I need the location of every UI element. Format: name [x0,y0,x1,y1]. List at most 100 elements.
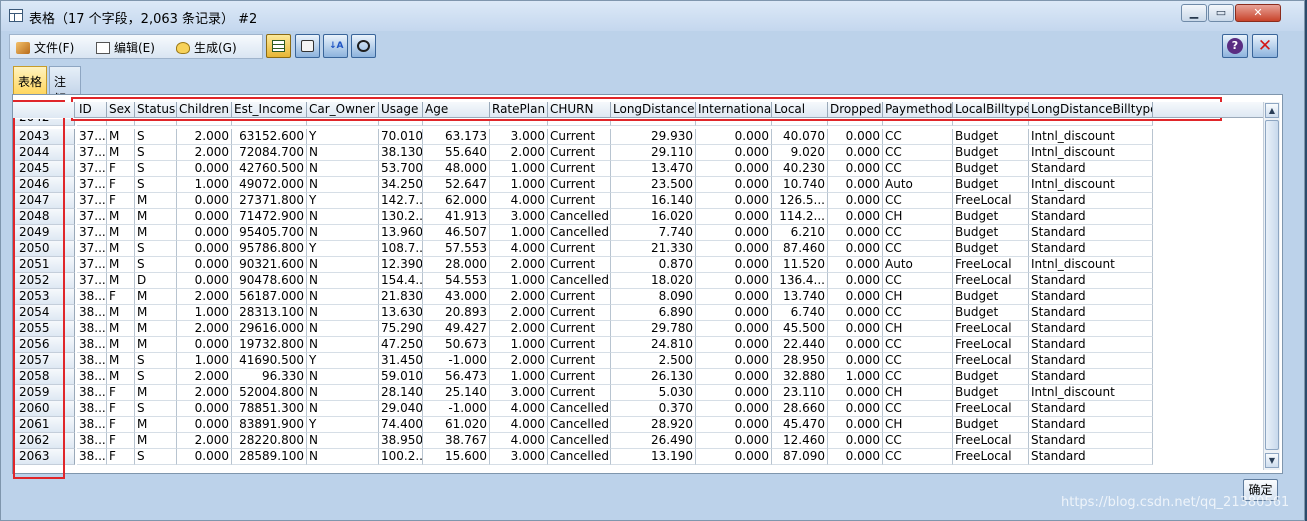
cell-sex[interactable]: M [107,119,135,126]
row-number[interactable]: 2057 [13,353,75,369]
close-panel-button[interactable]: ✕ [1252,34,1278,58]
cell-age[interactable]: 62.000 [423,193,490,209]
cell-international[interactable]: 0.000 [696,273,772,289]
cell-age[interactable]: 25.140 [423,385,490,401]
cell-longdistance[interactable]: 29.110 [611,145,696,161]
cell-dropped[interactable]: 0.000 [828,129,883,145]
cell-usage[interactable]: 154.4... [379,273,423,289]
cell-est_income[interactable]: 71472.900 [232,209,307,225]
column-header-longdistancebilltype[interactable]: LongDistanceBilltype [1029,102,1153,118]
cell-age[interactable]: -1.000 [423,401,490,417]
cell-age[interactable]: 63.173 [423,129,490,145]
cell-local[interactable]: 40.230 [772,161,828,177]
cell-churn[interactable]: Current [548,337,611,353]
cell-children[interactable]: 0.000 [177,241,232,257]
cell-id[interactable]: 37... [77,193,107,209]
cell-churn[interactable]: Current [548,241,611,257]
cell-status[interactable]: S [135,145,177,161]
cell-usage[interactable]: 13.630 [379,305,423,321]
cell-churn[interactable]: Current [548,305,611,321]
cell-usage[interactable]: 70.010 [379,129,423,145]
cell-id[interactable]: 38... [77,353,107,369]
cell-local[interactable]: 126.5... [772,193,828,209]
cell-longdistance[interactable]: 28.920 [611,417,696,433]
cell-dropped[interactable]: 0.000 [828,177,883,193]
find-button[interactable] [351,34,376,58]
cell-id[interactable]: 37... [77,129,107,145]
menu-file[interactable]: 文件(F) [16,39,74,56]
cell-longdistancebilltype[interactable]: Standard [1029,417,1153,433]
cell-children[interactable]: 2.000 [177,145,232,161]
row-number[interactable]: 2045 [13,161,75,177]
cell-sex[interactable]: F [107,385,135,401]
cell-churn[interactable]: Cancelled [548,225,611,241]
table-row[interactable]: 2063 38... F S 0.000 28589.100 N 100.2... 15.600… [13,449,1263,465]
cell-age[interactable]: 52.647 [423,177,490,193]
cell-sex[interactable]: M [107,305,135,321]
cell-usage[interactable]: 38.950 [379,433,423,449]
cell-longdistance[interactable]: 21.330 [611,241,696,257]
cell-international[interactable]: 0.000 [696,241,772,257]
cell-sex[interactable]: F [107,449,135,465]
table-row[interactable]: 2046 37... F S 1.000 49072.000 N 34.250 52.647 1.… [13,177,1263,193]
cell-age[interactable]: 48.000 [423,161,490,177]
cell-usage[interactable]: 142.7... [379,193,423,209]
cell-car_owner[interactable]: N [307,273,379,289]
cell-longdistancebilltype[interactable]: Intnl_discount [1029,385,1153,401]
cell-local[interactable]: 45.500 [772,321,828,337]
table-row[interactable]: 2043 37... M S 2.000 63152.600 Y 70.010 63.173 3.… [13,129,1263,145]
cell-longdistancebilltype[interactable]: Standard [1029,321,1153,337]
cell-est_income[interactable]: 27371.800 [232,193,307,209]
column-header-rateplan[interactable]: RatePlan [490,102,548,118]
table-row[interactable]: 2060 38... F S 0.000 78851.300 N 29.040 -1.000 4.… [13,401,1263,417]
cell-est_income[interactable]: 72084.700 [232,145,307,161]
cell-status[interactable]: D [135,273,177,289]
table-row[interactable]: 204237...MS0.00027414.500Y125.977.5371.0… [13,119,1263,126]
cell-est_income[interactable]: 28313.100 [232,305,307,321]
cell-localbilltype[interactable]: Budget [953,241,1029,257]
table-row[interactable]: 2045 37... F S 0.000 42760.500 N 53.700 48.000 1.… [13,161,1263,177]
cell-churn[interactable]: Current [548,145,611,161]
cell-id[interactable]: 37... [77,145,107,161]
table-row[interactable]: 2054 38... M M 1.000 28313.100 N 13.630 20.893 2.… [13,305,1263,321]
cell-status[interactable]: M [135,225,177,241]
cell-status[interactable]: S [135,353,177,369]
cell-status[interactable]: M [135,305,177,321]
cell-international[interactable]: 0.000 [696,337,772,353]
cell-longdistance[interactable]: 26.130 [611,369,696,385]
cell-usage[interactable]: 12.390 [379,257,423,273]
cell-churn[interactable]: Cancelled [548,433,611,449]
cell-rateplan[interactable]: 2.000 [490,305,548,321]
cell-paymethod[interactable]: CH [883,385,953,401]
cell-est_income[interactable]: 52004.800 [232,385,307,401]
scroll-thumb[interactable] [1265,120,1279,450]
cell-children[interactable]: 0.000 [177,417,232,433]
cell-longdistancebilltype[interactable]: Standard [1029,449,1153,465]
cell-status[interactable]: M [135,417,177,433]
cell-sex[interactable]: M [107,145,135,161]
cell-est_income[interactable]: 83891.900 [232,417,307,433]
cell-children[interactable]: 2.000 [177,321,232,337]
cell-dropped[interactable]: 0.000 [828,145,883,161]
cell-dropped[interactable]: 0.000 [828,193,883,209]
row-number[interactable]: 2058 [13,369,75,385]
cell-paymethod[interactable]: CC [883,305,953,321]
column-header-paymethod[interactable]: Paymethod [883,102,953,118]
cell-status[interactable]: S [135,241,177,257]
cell-paymethod[interactable]: CC [883,129,953,145]
cell-dropped[interactable]: 0.000 [828,417,883,433]
column-header-car_owner[interactable]: Car_Owner [307,102,379,118]
cell-local[interactable]: 114.2... [772,209,828,225]
cell-children[interactable]: 1.000 [177,305,232,321]
row-number[interactable]: 2063 [13,449,75,465]
cell-age[interactable]: 61.020 [423,417,490,433]
cell-status[interactable]: M [135,385,177,401]
cell-international[interactable]: 0.000 [696,209,772,225]
cell-churn[interactable]: Cancelled [548,119,611,126]
cell-local[interactable]: 13.740 [772,289,828,305]
cell-usage[interactable]: 108.7... [379,241,423,257]
cell-dropped[interactable]: 0.000 [828,225,883,241]
cell-longdistance[interactable]: 7.740 [611,225,696,241]
help-button[interactable]: ? [1222,34,1248,58]
table-row[interactable]: 2057 38... M S 1.000 41690.500 Y 31.450 -1.000 2.… [13,353,1263,369]
